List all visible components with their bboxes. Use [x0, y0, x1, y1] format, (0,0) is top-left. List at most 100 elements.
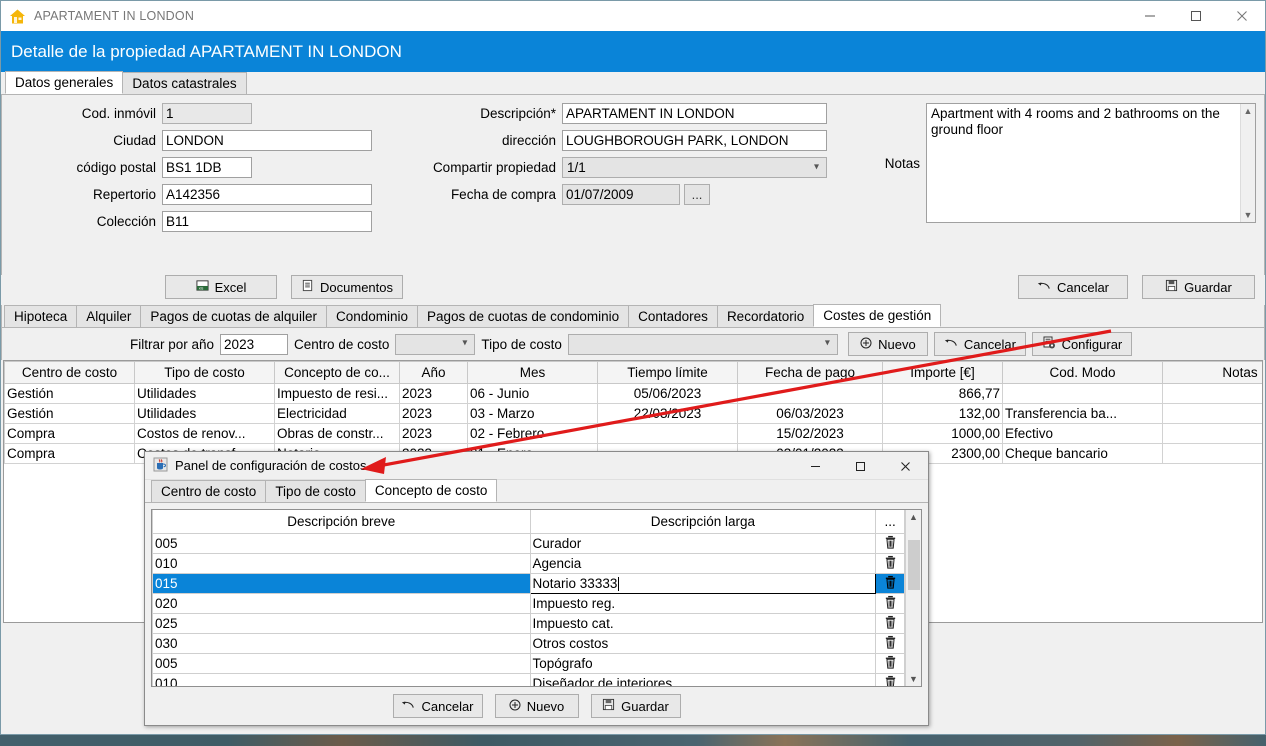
tab-contadores[interactable]: Contadores [628, 305, 718, 327]
row-delete-icon[interactable] [875, 572, 905, 594]
dialog-guardar-button[interactable]: Guardar [590, 694, 681, 718]
dialog-tab-tipo-de-costo[interactable]: Tipo de costo [265, 480, 366, 502]
table-row[interactable]: Gestión Utilidades Electricidad 2023 03 … [4, 403, 1262, 424]
cancelar-button[interactable]: Cancelar [1018, 275, 1128, 299]
row-delete-icon[interactable] [875, 672, 905, 686]
cod-inmovil-input[interactable]: 1 [162, 103, 252, 124]
notas-scrollbar[interactable]: ▲ ▼ [1240, 104, 1255, 222]
cell-breve: 010 [152, 552, 531, 574]
codigo-postal-input[interactable]: BS1 1DB [162, 157, 252, 178]
configurar-button[interactable]: Configurar [1031, 332, 1132, 356]
tab-condominio[interactable]: Condominio [325, 305, 418, 327]
middle-field-column: Descripción* APARTAMENT IN LONDON direcc… [402, 103, 842, 211]
concept-grid: Descripción breve Descripción larga ... … [151, 509, 922, 687]
col-actions[interactable]: ... [875, 510, 905, 534]
cell-breve: 010 [152, 672, 531, 686]
col-tipo-de-costo[interactable]: Tipo de costo [134, 361, 275, 384]
field-descripcion: Descripción* APARTAMENT IN LONDON [402, 103, 842, 124]
window-titlebar: APARTAMENT IN LONDON [1, 1, 1265, 31]
cell-importe: 866,77 [882, 383, 1003, 404]
row-delete-icon[interactable] [875, 652, 905, 674]
direccion-input[interactable]: LOUGHBOROUGH PARK, LONDON [562, 130, 827, 151]
descripcion-larga-editor[interactable]: Notario 33333 [529, 572, 877, 594]
col-notas[interactable]: Notas [1162, 361, 1262, 384]
tab-label: Datos generales [15, 75, 114, 90]
list-item[interactable]: 005 Curador [152, 532, 905, 554]
list-item[interactable]: 030 Otros costos [152, 632, 905, 654]
tab-label: Tipo de costo [275, 484, 356, 499]
scroll-up-icon[interactable]: ▲ [909, 512, 918, 522]
table-row[interactable]: Gestión Utilidades Impuesto de resi... 2… [4, 383, 1262, 404]
dialog-titlebar: Panel de configuración de costos [145, 452, 928, 480]
filter-cost-type-select[interactable]: ▾ [567, 333, 838, 355]
list-item[interactable]: 010 Diseñador de interiores [152, 672, 905, 686]
list-item-selected[interactable]: 015 Notario 33333 [152, 572, 905, 594]
col-descripcion-larga[interactable]: Descripción larga [529, 510, 877, 534]
cancelar-filter-button[interactable]: Cancelar [933, 332, 1026, 356]
scrollbar-thumb[interactable] [908, 540, 920, 590]
table-row[interactable]: Compra Costos de renov... Obras de const… [4, 423, 1262, 444]
fecha-compra-picker-button[interactable]: ... [684, 184, 710, 205]
col-fecha-de-pago[interactable]: Fecha de pago [737, 361, 883, 384]
col-anio[interactable]: Año [399, 361, 468, 384]
dialog-nuevo-button[interactable]: Nuevo [494, 694, 579, 718]
dialog-cancelar-button[interactable]: Cancelar [392, 694, 483, 718]
col-descripcion-breve[interactable]: Descripción breve [152, 510, 531, 534]
notas-field[interactable]: Apartment with 4 rooms and 2 bathrooms o… [926, 103, 1256, 223]
dialog-minimize-icon[interactable] [793, 452, 838, 480]
row-delete-icon[interactable] [875, 632, 905, 654]
field-fecha-compra: Fecha de compra 01/07/2009 ... [402, 184, 842, 205]
coleccion-input[interactable]: B11 [162, 211, 372, 232]
scroll-down-icon[interactable]: ▼ [1244, 210, 1253, 220]
dialog-close-icon[interactable] [883, 452, 928, 480]
col-cod-modo[interactable]: Cod. Modo [1002, 361, 1163, 384]
tab-recordatorio[interactable]: Recordatorio [716, 305, 815, 327]
documentos-button[interactable]: Documentos [291, 275, 403, 299]
fecha-compra-input[interactable]: 01/07/2009 [562, 184, 680, 205]
minimize-icon[interactable] [1127, 1, 1173, 31]
cell-concepto: Electricidad [274, 403, 400, 424]
descripcion-input[interactable]: APARTAMENT IN LONDON [562, 103, 827, 124]
row-delete-icon[interactable] [875, 612, 905, 634]
col-tiempo-limite[interactable]: Tiempo límite [597, 361, 738, 384]
list-item[interactable]: 020 Impuesto reg. [152, 592, 905, 614]
cell-limite: 05/06/2023 [597, 383, 738, 404]
scroll-down-icon[interactable]: ▼ [909, 674, 918, 684]
filter-cost-center-select[interactable]: ▾ [395, 333, 476, 355]
tab-datos-catastrales[interactable]: Datos catastrales [122, 72, 247, 94]
list-item[interactable]: 010 Agencia [152, 552, 905, 574]
tab-pagos-cuotas-condominio[interactable]: Pagos de cuotas de condominio [417, 305, 630, 327]
tab-datos-generales[interactable]: Datos generales [5, 71, 124, 94]
java-cup-icon [153, 457, 168, 475]
tab-hipoteca[interactable]: Hipoteca [4, 305, 78, 327]
dialog-tab-concepto-de-costo[interactable]: Concepto de costo [364, 479, 498, 502]
maximize-icon[interactable] [1173, 1, 1219, 31]
row-delete-icon[interactable] [875, 592, 905, 614]
ciudad-input[interactable]: LONDON [162, 130, 372, 151]
filter-year-input[interactable]: 2023 [220, 333, 289, 355]
dialog-tab-centro-de-costo[interactable]: Centro de costo [151, 480, 267, 502]
concept-grid-scrollbar[interactable]: ▲ ▼ [905, 510, 921, 686]
plus-circle-icon [860, 337, 872, 352]
row-delete-icon[interactable] [875, 552, 905, 574]
tab-label: Concepto de costo [374, 483, 488, 498]
col-centro-de-costo[interactable]: Centro de costo [4, 361, 135, 384]
tab-pagos-cuotas-alquiler[interactable]: Pagos de cuotas de alquiler [140, 305, 327, 327]
guardar-button[interactable]: Guardar [1142, 275, 1255, 299]
col-concepto-de-costo[interactable]: Concepto de co... [274, 361, 400, 384]
dialog-maximize-icon[interactable] [838, 452, 883, 480]
list-item[interactable]: 005 Topógrafo [152, 652, 905, 674]
list-item[interactable]: 025 Impuesto cat. [152, 612, 905, 634]
excel-button[interactable]: xls Excel [165, 275, 277, 299]
compartir-propiedad-select[interactable]: 1/1 ▾ [562, 157, 827, 178]
nuevo-button[interactable]: Nuevo [847, 332, 928, 356]
row-delete-icon[interactable] [875, 532, 905, 554]
close-icon[interactable] [1219, 1, 1265, 31]
repertorio-input[interactable]: A142356 [162, 184, 372, 205]
col-mes[interactable]: Mes [467, 361, 598, 384]
field-direccion: dirección LOUGHBOROUGH PARK, LONDON [402, 130, 842, 151]
tab-costes-de-gestion[interactable]: Costes de gestión [813, 304, 942, 327]
tab-alquiler[interactable]: Alquiler [76, 305, 142, 327]
col-importe[interactable]: Importe [€] [882, 361, 1003, 384]
scroll-up-icon[interactable]: ▲ [1244, 106, 1253, 116]
